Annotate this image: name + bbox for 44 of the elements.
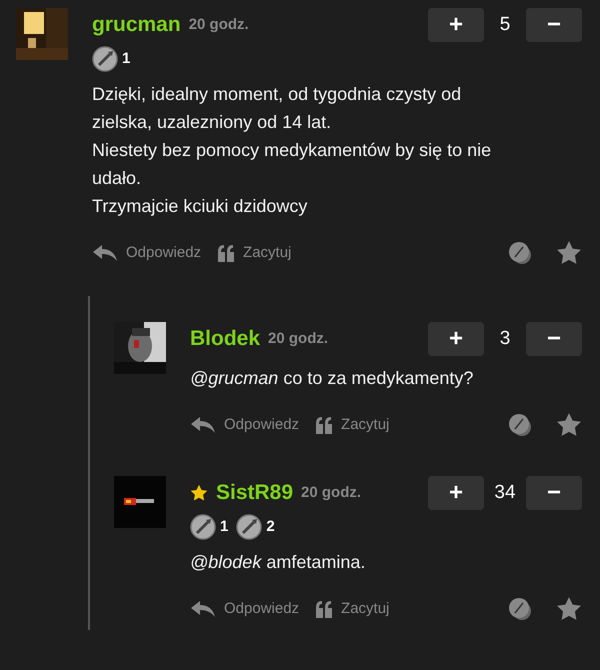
quote-icon xyxy=(315,416,334,434)
reply-button[interactable]: Odpowiedz xyxy=(190,598,300,620)
downvote-button[interactable]: − xyxy=(526,8,582,42)
username[interactable]: SistR89 xyxy=(216,477,294,509)
comment-text: @blodek amfetamina. xyxy=(190,551,366,574)
quote-icon xyxy=(315,600,334,618)
downvote-button[interactable]: − xyxy=(526,476,582,510)
timestamp: 20 godz. xyxy=(188,14,249,35)
timestamp: 20 godz. xyxy=(301,482,362,503)
timestamp: 20 godz. xyxy=(268,328,328,349)
star-icon[interactable] xyxy=(556,240,582,266)
reply-icon xyxy=(190,416,216,434)
comment-text: @grucman co to za medykamenty? xyxy=(190,367,474,390)
medal-icon xyxy=(236,514,262,540)
medal-count: 1 xyxy=(220,516,228,537)
quote-button[interactable]: Zacytuj xyxy=(217,242,292,264)
upvote-button[interactable]: + xyxy=(428,476,484,510)
upvote-button[interactable]: + xyxy=(428,8,484,42)
vote-count: 5 xyxy=(498,12,512,37)
username[interactable]: grucman xyxy=(92,9,181,41)
medal-icon[interactable] xyxy=(508,413,532,437)
vote-count: 3 xyxy=(498,326,512,351)
comment-text: Niestety bez pomocy medykamentów by się to nie udało. xyxy=(92,139,492,190)
reply-button[interactable]: Odpowiedz xyxy=(190,414,300,436)
medal-count: 2 xyxy=(266,516,275,537)
reply-icon xyxy=(190,600,216,618)
reply-button[interactable]: Odpowiedz xyxy=(92,242,202,264)
comment-text: Trzymajcie kciuki dzidowcy xyxy=(92,195,308,218)
comment-text: Dzięki, idealny moment, od tygodnia czysty od zielska, uzalezniony od 14 lat. xyxy=(92,83,462,134)
username[interactable]: Blodek xyxy=(190,323,260,355)
quote-button[interactable]: Zacytuj xyxy=(315,598,390,620)
downvote-button[interactable]: − xyxy=(526,322,582,356)
quote-icon xyxy=(217,244,236,262)
vote-count: 34 xyxy=(493,480,517,505)
medal-icon[interactable] xyxy=(508,241,532,265)
medal-icon[interactable] xyxy=(508,597,532,621)
quote-button[interactable]: Zacytuj xyxy=(315,414,390,436)
medal-count: 1 xyxy=(122,48,130,69)
star-icon[interactable] xyxy=(556,412,582,438)
medal-icon xyxy=(92,46,118,72)
upvote-button[interactable]: + xyxy=(428,322,484,356)
medal-icon xyxy=(190,514,216,540)
star-icon[interactable] xyxy=(556,596,582,622)
reply-icon xyxy=(92,244,118,262)
